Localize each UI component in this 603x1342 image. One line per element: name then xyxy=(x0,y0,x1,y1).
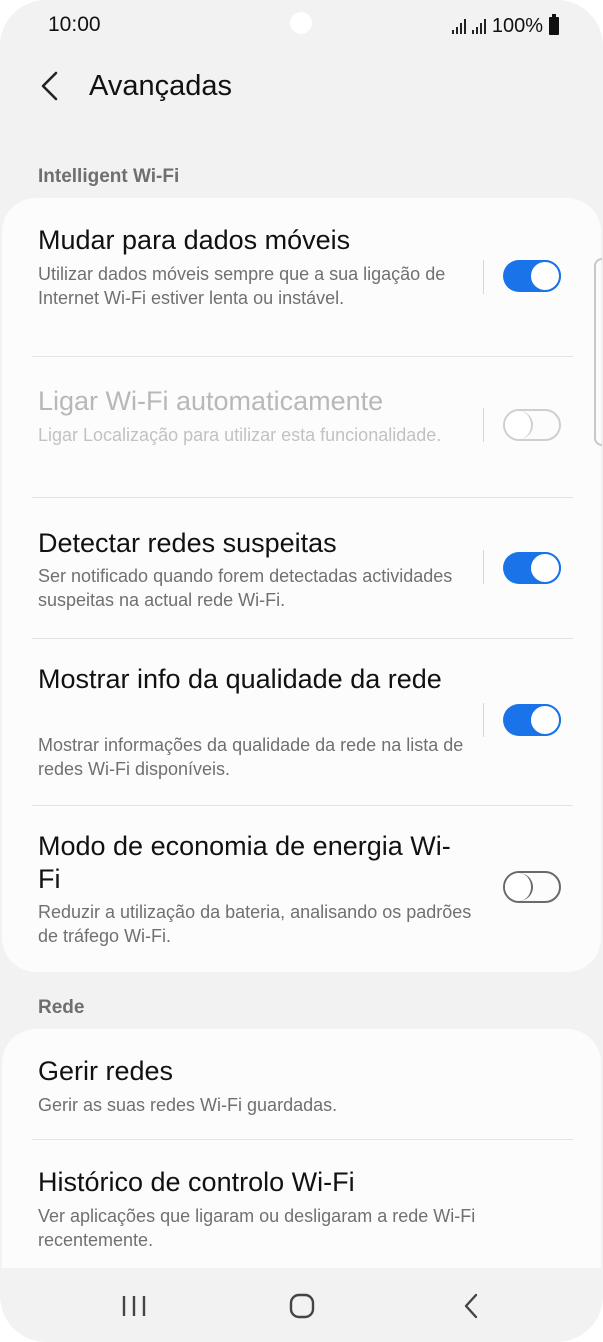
page-title: Avançadas xyxy=(89,70,232,102)
toggle-switch[interactable] xyxy=(503,260,561,292)
status-time: 10:00 xyxy=(48,13,101,36)
phone-screen: 10:00 100% Avançadas Intelligent Wi-Fi M… xyxy=(0,0,603,1342)
setting-description: Gerir as suas redes Wi-Fi guardadas. xyxy=(38,1095,338,1115)
setting-description: Utilizar dados móveis sempre que a sua l… xyxy=(38,264,446,308)
intelligent-wifi-card: Mudar para dados móveis Utilizar dados m… xyxy=(2,198,601,972)
setting-title: Gerir redes xyxy=(38,1056,174,1086)
battery-icon xyxy=(549,14,559,35)
setting-title: Mudar para dados móveis xyxy=(38,225,351,255)
section-label-network: Rede xyxy=(38,997,85,1018)
setting-title: Ligar Wi-Fi automaticamente xyxy=(38,386,384,416)
back-arrow-icon[interactable] xyxy=(30,66,70,106)
toggle-switch[interactable] xyxy=(503,871,561,903)
divider xyxy=(483,550,484,584)
navigation-bar xyxy=(0,1268,603,1342)
setting-manage-networks[interactable]: Gerir redes Gerir as suas redes Wi-Fi gu… xyxy=(2,1029,601,1139)
setting-wifi-power-saving[interactable]: Modo de economia de energia Wi-Fi Reduzi… xyxy=(2,806,601,972)
toggle-switch[interactable] xyxy=(503,704,561,736)
home-icon[interactable] xyxy=(272,1286,332,1326)
setting-switch-to-mobile-data[interactable]: Mudar para dados móveis Utilizar dados m… xyxy=(2,198,601,356)
back-icon[interactable] xyxy=(441,1286,501,1326)
status-indicators: 100% xyxy=(451,12,559,40)
setting-title: Modo de economia de energia Wi-Fi xyxy=(38,831,451,894)
setting-title: Mostrar info da qualidade da rede xyxy=(38,664,442,694)
setting-description: Ver aplicações que ligaram ou desligaram… xyxy=(38,1206,476,1250)
setting-description: Reduzir a utilização da bateria, analisa… xyxy=(38,902,472,946)
front-camera xyxy=(290,12,312,34)
divider xyxy=(483,408,484,442)
setting-wifi-control-history[interactable]: Histórico de controlo Wi-Fi Ver aplicaçõ… xyxy=(2,1140,601,1268)
divider xyxy=(483,703,484,737)
signal-icon xyxy=(451,18,466,34)
setting-show-network-quality[interactable]: Mostrar info da qualidade da rede Mostra… xyxy=(2,639,601,805)
toggle-switch[interactable] xyxy=(503,552,561,584)
scrollbar[interactable] xyxy=(594,258,602,446)
setting-auto-wifi-on[interactable]: Ligar Wi-Fi automaticamente Ligar Locali… xyxy=(2,357,601,497)
status-bar: 10:00 100% xyxy=(0,0,603,56)
network-card: Gerir redes Gerir as suas redes Wi-Fi gu… xyxy=(2,1029,601,1268)
setting-description: Ligar Localização para utilizar esta fun… xyxy=(38,425,442,445)
setting-description: Mostrar informações da qualidade da rede… xyxy=(38,735,464,779)
setting-title: Histórico de controlo Wi-Fi xyxy=(38,1167,355,1197)
setting-title: Detectar redes suspeitas xyxy=(38,528,337,558)
signal-icon xyxy=(471,18,486,34)
toggle-switch[interactable] xyxy=(503,409,561,441)
setting-detect-suspicious-networks[interactable]: Detectar redes suspeitas Ser notificado … xyxy=(2,498,601,638)
battery-percent: 100% xyxy=(491,14,543,37)
divider xyxy=(483,260,484,294)
app-bar: Avançadas xyxy=(0,56,603,120)
setting-description: Ser notificado quando forem detectadas a… xyxy=(38,566,453,610)
section-label-intelligent-wifi: Intelligent Wi-Fi xyxy=(38,166,180,187)
recents-icon[interactable] xyxy=(104,1286,164,1326)
